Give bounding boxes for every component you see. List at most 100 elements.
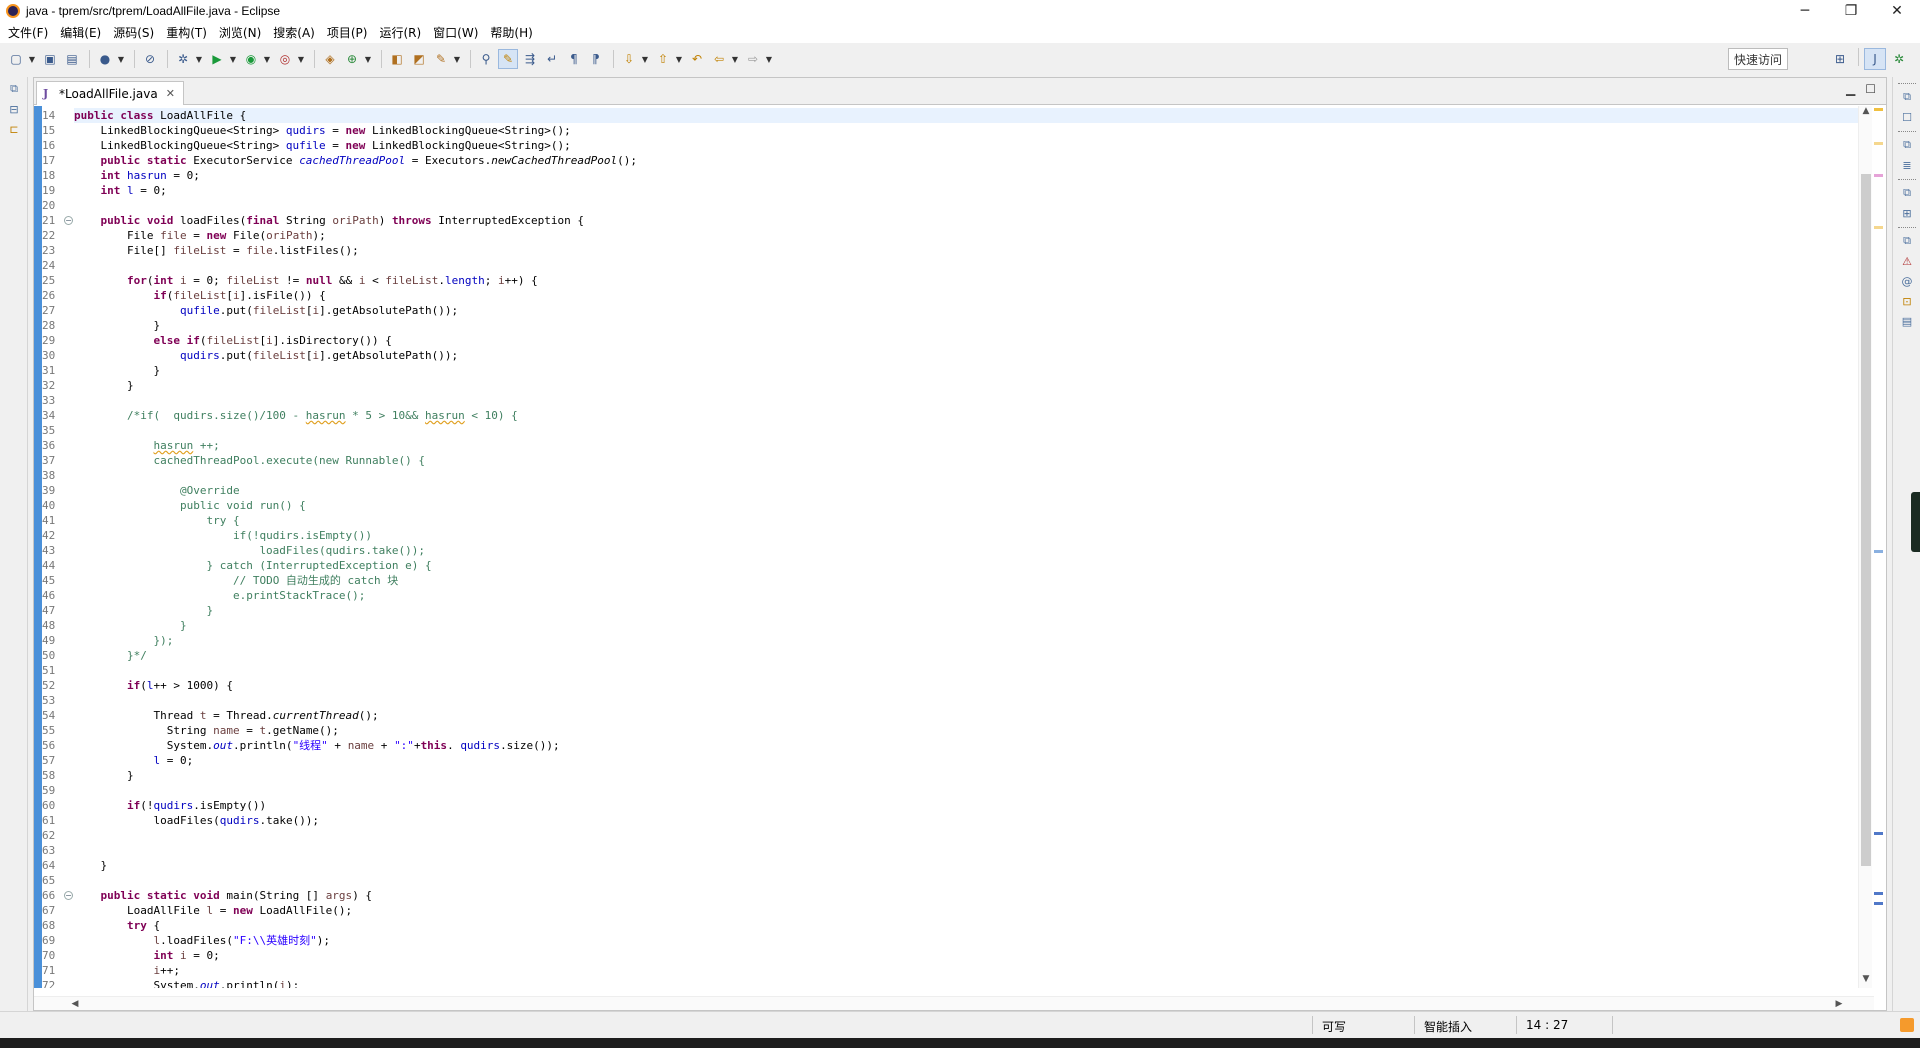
menu-edit[interactable]: 编辑(E): [54, 24, 107, 41]
occurrence-marker[interactable]: [1874, 832, 1883, 835]
menu-window[interactable]: 窗口(W): [427, 24, 484, 41]
menu-refactor[interactable]: 重构(T): [160, 24, 213, 41]
minimize-button[interactable]: ─: [1782, 0, 1828, 22]
word-wrap-icon[interactable]: ↵: [542, 49, 562, 69]
chevron-down-icon[interactable]: ▼: [765, 49, 773, 69]
occurrence-marker[interactable]: [1874, 174, 1883, 177]
javadoc-icon[interactable]: @: [1899, 273, 1915, 289]
menu-help[interactable]: 帮助(H): [484, 24, 538, 41]
whitespace-icon[interactable]: ¶: [564, 49, 584, 69]
new-class-icon[interactable]: ◧: [387, 49, 407, 69]
code-line[interactable]: @Override: [74, 483, 240, 498]
code-line[interactable]: int l = 0;: [74, 183, 167, 198]
code-line[interactable]: Thread t = Thread.currentThread();: [74, 708, 378, 723]
side-panel-handle[interactable]: [1911, 492, 1920, 552]
chevron-down-icon[interactable]: ▼: [229, 49, 237, 69]
code-line[interactable]: try {: [74, 513, 239, 528]
code-line[interactable]: if(l++ > 1000) {: [74, 678, 233, 693]
scroll-right-icon[interactable]: ▶: [1832, 997, 1846, 1011]
save-all-icon[interactable]: ▤: [62, 49, 82, 69]
code-line[interactable]: else if(fileList[i].isDirectory()) {: [74, 333, 391, 348]
overview-ruler[interactable]: [1872, 106, 1886, 988]
code-line[interactable]: public void run() {: [74, 498, 306, 513]
chevron-down-icon[interactable]: ▼: [117, 49, 125, 69]
chevron-down-icon[interactable]: ▼: [641, 49, 649, 69]
menu-file[interactable]: 文件(F): [2, 24, 54, 41]
open-task-icon[interactable]: ✎: [431, 49, 451, 69]
code-line[interactable]: int hasrun = 0;: [74, 168, 200, 183]
fold-toggle-icon[interactable]: −: [64, 891, 73, 900]
code-line[interactable]: System.out.println(i);: [74, 978, 299, 988]
code-line[interactable]: if(fileList[i].isFile()) {: [74, 288, 325, 303]
horizontal-scrollbar[interactable]: ◀ ▶: [34, 996, 1874, 1010]
minimize-view-icon[interactable]: ▁: [1846, 82, 1855, 96]
code-line[interactable]: l = 0;: [74, 753, 193, 768]
code-line[interactable]: }: [74, 603, 213, 618]
restore-view-icon[interactable]: ⧉: [6, 81, 22, 97]
scroll-up-icon[interactable]: ▲: [1859, 106, 1873, 120]
code-line[interactable]: LinkedBlockingQueue<String> qufile = new…: [74, 138, 570, 153]
new-icon[interactable]: ▢: [6, 49, 26, 69]
code-line[interactable]: public static void main(String [] args) …: [74, 888, 373, 903]
chevron-down-icon[interactable]: ▼: [675, 49, 683, 69]
open-perspective-icon[interactable]: ⊞: [1829, 48, 1851, 70]
occurrence-marker[interactable]: [1874, 550, 1883, 553]
scroll-left-icon[interactable]: ◀: [68, 997, 82, 1011]
restore-view-icon[interactable]: ⧉: [1899, 137, 1915, 153]
code-line[interactable]: }: [74, 378, 134, 393]
code-line[interactable]: if(!qudirs.isEmpty()): [74, 798, 266, 813]
save-icon[interactable]: ▣: [40, 49, 60, 69]
menu-project[interactable]: 项目(P): [321, 24, 374, 41]
code-line[interactable]: File file = new File(oriPath);: [74, 228, 326, 243]
code-editor[interactable]: 14 public class LoadAllFile {15 LinkedBlo…: [34, 106, 1874, 988]
warning-marker[interactable]: [1874, 108, 1883, 111]
hierarchy-icon[interactable]: ⊞: [1899, 205, 1915, 221]
run-icon[interactable]: ▶: [207, 49, 227, 69]
scroll-thumb[interactable]: [1861, 174, 1871, 866]
coverage-icon[interactable]: ◉: [241, 49, 261, 69]
code-line[interactable]: });: [74, 633, 173, 648]
close-window-button[interactable]: ✕: [1874, 0, 1920, 22]
code-line[interactable]: for(int i = 0; fileList != null && i < f…: [74, 273, 538, 288]
code-line[interactable]: System.out.println("线程" + name + ":"+thi…: [74, 738, 560, 753]
code-line[interactable]: hasrun ++;: [74, 438, 219, 453]
occurrence-marker[interactable]: [1874, 142, 1883, 145]
java-perspective-icon[interactable]: J: [1864, 48, 1886, 70]
task-list-icon[interactable]: ☐: [1899, 109, 1915, 125]
code-line[interactable]: loadFiles(qudirs.take());: [74, 543, 425, 558]
maximize-view-icon[interactable]: ☐: [1865, 82, 1876, 96]
code-line[interactable]: qudirs.put(fileList[i].getAbsolutePath()…: [74, 348, 458, 363]
chevron-down-icon[interactable]: ▼: [731, 49, 739, 69]
code-line[interactable]: cachedThreadPool.execute(new Runnable() …: [74, 453, 425, 468]
scroll-down-icon[interactable]: ▼: [1859, 974, 1873, 988]
chevron-down-icon[interactable]: ▼: [297, 49, 305, 69]
code-line[interactable]: try {: [74, 918, 160, 933]
code-line[interactable]: // TODO 自动生成的 catch 块: [74, 573, 398, 588]
maximize-button[interactable]: ❐: [1828, 0, 1874, 22]
occurrence-marker[interactable]: [1874, 892, 1883, 895]
prev-annotation-icon[interactable]: ⇧: [653, 49, 673, 69]
menu-search[interactable]: 搜索(A): [267, 24, 321, 41]
code-line[interactable]: l.loadFiles("F:\\英雄时刻");: [74, 933, 329, 948]
restore-view-icon[interactable]: ⧉: [1899, 233, 1915, 249]
skip-breakpoints-icon[interactable]: ⊘: [140, 49, 160, 69]
code-line[interactable]: public void loadFiles(final String oriPa…: [74, 213, 585, 228]
block-selection-icon[interactable]: ⇶: [520, 49, 540, 69]
code-line[interactable]: if(!qudirs.isEmpty()): [74, 528, 372, 543]
code-line[interactable]: e.printStackTrace();: [74, 588, 365, 603]
code-line[interactable]: /*if( qudirs.size()/100 - hasrun * 5 > 1…: [74, 408, 518, 423]
code-line[interactable]: public class LoadAllFile {: [74, 108, 1874, 123]
restore-view-icon[interactable]: ⧉: [1899, 89, 1915, 105]
console-icon[interactable]: ▤: [1899, 313, 1915, 329]
code-line[interactable]: String name = t.getName();: [74, 723, 339, 738]
new-java-project-icon[interactable]: ◈: [320, 49, 340, 69]
code-line[interactable]: public static ExecutorService cachedThre…: [74, 153, 637, 168]
outline-icon[interactable]: ≣: [1899, 157, 1915, 173]
back-icon[interactable]: ⇦: [709, 49, 729, 69]
menu-navigate[interactable]: 浏览(N): [213, 24, 267, 41]
chevron-down-icon[interactable]: ▼: [28, 49, 36, 69]
type-hierarchy-icon[interactable]: ⊏: [6, 121, 22, 137]
code-line[interactable]: } catch (InterruptedException e) {: [74, 558, 431, 573]
profile-icon[interactable]: ●: [95, 49, 115, 69]
restore-view-icon[interactable]: ⧉: [1899, 185, 1915, 201]
